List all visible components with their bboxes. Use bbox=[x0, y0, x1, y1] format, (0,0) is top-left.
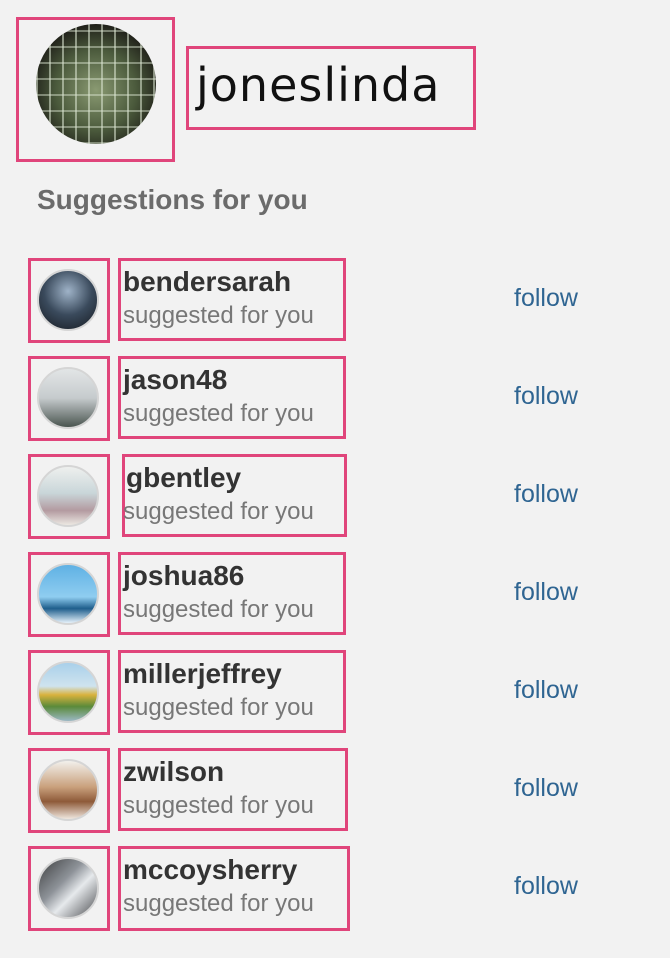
avatar[interactable] bbox=[37, 661, 99, 723]
avatar[interactable] bbox=[37, 857, 99, 919]
suggestion-row: zwilson suggested for you follow bbox=[0, 748, 670, 846]
avatar[interactable] bbox=[37, 563, 99, 625]
suggestion-row: gbentley suggested for you follow bbox=[0, 454, 670, 552]
follow-button[interactable]: follow bbox=[514, 578, 578, 607]
suggestion-username[interactable]: millerjeffrey bbox=[123, 658, 282, 690]
suggestion-row: bendersarah suggested for you follow bbox=[0, 258, 670, 356]
avatar[interactable] bbox=[37, 759, 99, 821]
suggestion-subtitle: suggested for you bbox=[123, 890, 314, 917]
avatar[interactable] bbox=[37, 465, 99, 527]
profile-username[interactable]: joneslinda bbox=[196, 54, 440, 116]
suggestion-subtitle: suggested for you bbox=[123, 302, 314, 329]
suggestion-username[interactable]: bendersarah bbox=[123, 266, 291, 298]
avatar[interactable] bbox=[37, 367, 99, 429]
follow-button[interactable]: follow bbox=[514, 480, 578, 509]
profile-avatar[interactable] bbox=[36, 24, 156, 144]
suggestion-username[interactable]: jason48 bbox=[123, 364, 227, 396]
follow-button[interactable]: follow bbox=[514, 676, 578, 705]
follow-button[interactable]: follow bbox=[514, 382, 578, 411]
suggestion-subtitle: suggested for you bbox=[123, 596, 314, 623]
avatar[interactable] bbox=[37, 269, 99, 331]
section-title: Suggestions for you bbox=[37, 184, 308, 215]
follow-button[interactable]: follow bbox=[514, 284, 578, 313]
suggestion-row: joshua86 suggested for you follow bbox=[0, 552, 670, 650]
suggestion-row: millerjeffrey suggested for you follow bbox=[0, 650, 670, 748]
suggestion-subtitle: suggested for you bbox=[123, 694, 314, 721]
suggestion-username[interactable]: gbentley bbox=[126, 462, 241, 494]
suggestion-username[interactable]: joshua86 bbox=[123, 560, 244, 592]
suggestion-subtitle: suggested for you bbox=[123, 498, 314, 525]
suggestion-username[interactable]: mccoysherry bbox=[123, 854, 297, 886]
follow-button[interactable]: follow bbox=[514, 872, 578, 901]
suggestion-row: jason48 suggested for you follow bbox=[0, 356, 670, 454]
follow-button[interactable]: follow bbox=[514, 774, 578, 803]
suggestion-row: mccoysherry suggested for you follow bbox=[0, 846, 670, 944]
suggestion-username[interactable]: zwilson bbox=[123, 756, 224, 788]
suggestion-subtitle: suggested for you bbox=[123, 792, 314, 819]
suggestion-subtitle: suggested for you bbox=[123, 400, 314, 427]
